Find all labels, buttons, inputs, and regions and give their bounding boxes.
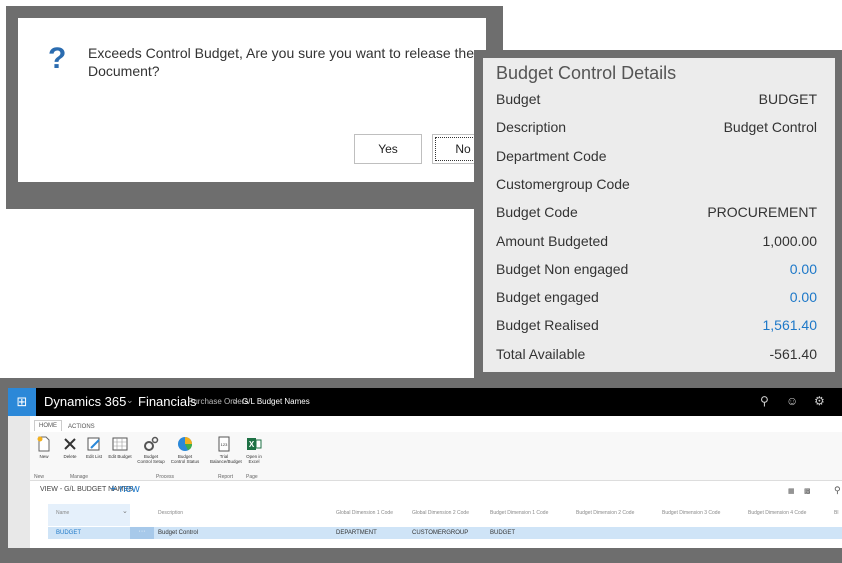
column-header[interactable]: Budget Dimension 1 Code [490,510,548,516]
column-header[interactable]: Budget Dimension 4 Code [748,510,806,516]
group-process-label: Process [156,474,175,480]
column-header[interactable]: Name [56,510,69,516]
delete-button[interactable]: Delete [58,436,82,459]
detail-label: Customergroup Code [496,175,630,192]
detail-value: BUDGET [758,91,817,107]
detail-label: Budget Code [496,204,578,221]
search-icon[interactable]: ⚲ [760,394,769,408]
detail-label: Amount Budgeted [496,232,609,249]
detail-label: Budget Non engaged [496,260,629,277]
detail-row: Department Code [496,142,817,170]
tile-view-icon[interactable]: ▩ [804,487,811,495]
column-header[interactable]: Budget Dimension 3 Code [662,510,720,516]
detail-label: Budget engaged [496,289,599,306]
column-header[interactable]: Budget Dimension 2 Code [576,510,634,516]
excel-icon: X [247,438,262,450]
cell-global-dim-2: CUSTOMERGROUP [412,530,469,536]
gears-icon [144,436,159,451]
svg-text:X: X [249,440,255,449]
group-manage-label: Manage [70,474,89,480]
edit-budget-icon [112,437,128,451]
search-list-icon[interactable]: ⚲ [834,485,841,496]
smiley-icon[interactable]: ☺ [786,394,798,408]
detail-value[interactable]: 1,561.40 [763,317,818,333]
trial-balance-budget-label: Trial Balance/Budget [210,454,242,464]
edit-list-icon [87,437,100,451]
new-button[interactable]: New [32,436,56,459]
app-name[interactable]: Dynamics 365 [44,394,126,409]
breadcrumb-gl-budget-names: G/L Budget Names [242,397,310,406]
detail-label: Budget Realised [496,317,599,334]
new-link[interactable]: + new [110,483,140,495]
detail-row: Total Available -561.40 [496,340,817,368]
group-new-label: New [34,474,45,480]
cell-description: Budget Control [158,530,199,536]
edit-list-label: Edit List [85,454,102,459]
detail-label: Description [496,119,567,136]
detail-row: Budget Realised 1,561.40 [496,311,817,339]
detail-row: Customergroup Code [496,170,817,198]
breadcrumb-purchase-orders[interactable]: Purchase Orders [188,397,248,406]
budget-control-setup-button[interactable]: Budget Control Setup [136,436,166,464]
cell-global-dim-1: DEPARTMENT [336,530,377,536]
tab-home[interactable]: HOME [34,420,62,431]
cell-budget-dim-1: BUDGET [490,530,516,536]
detail-row: Budget engaged 0.00 [496,283,817,311]
left-action-strip [8,416,30,548]
svg-text:123: 123 [221,442,228,447]
group-report-label: Report [218,474,234,480]
group-page-label: Page [246,474,258,480]
delete-label: Delete [63,454,77,459]
detail-row: Description Budget Control [496,113,817,141]
details-title: Budget Control Details [496,63,677,83]
detail-value: 1,000.00 [762,232,818,249]
detail-row: Amount Budgeted 1,000.00 [496,227,817,255]
question-icon: ? [48,42,67,75]
column-header[interactable]: Global Dimension 1 Code [336,510,393,516]
edit-list-button[interactable]: Edit List [82,436,106,459]
new-label: New [39,454,49,459]
confirm-dialog: ? Exceeds Control Budget, Are you sure y… [18,18,486,182]
edit-budget-button[interactable]: Edit Budget [108,436,132,459]
budget-control-setup-label: Budget Control Setup [137,454,165,464]
detail-row: Budget Code PROCUREMENT [496,198,817,226]
budget-control-status-button[interactable]: Budget Control Status [170,436,200,464]
ribbon: New Delete Edit List Edit Budget Budget … [30,432,842,481]
chevron-down-icon[interactable]: ⌄ [126,395,134,406]
open-in-excel-label: Open in Excel [246,454,262,464]
gear-icon[interactable]: ⚙ [814,394,825,408]
column-header[interactable]: Description [158,510,183,516]
detail-row: Budget Non engaged 0.00 [496,255,817,283]
detail-value: Budget Control [723,119,817,136]
trial-balance-budget-button[interactable]: 123 Trial Balance/Budget [210,436,242,464]
detail-value: -561.40 [769,345,817,362]
detail-value: PROCUREMENT [707,204,817,221]
detail-label: Budget [496,91,541,107]
detail-value[interactable]: 0.00 [790,289,817,305]
column-header[interactable]: Bl [834,510,838,516]
column-chevron-icon[interactable]: ⌄ [122,507,128,515]
breadcrumb-separator: > [233,397,238,406]
list-view-icon[interactable]: ▦ [788,487,795,495]
open-in-excel-button[interactable]: X Open in Excel [242,436,266,464]
detail-value[interactable]: 0.00 [790,261,817,277]
yes-button[interactable]: Yes [354,134,422,164]
row-actions-button[interactable]: ··· [130,527,154,539]
delete-icon [64,438,76,450]
d365-window: ⊞ Dynamics 365 ⌄ Financials Purchase Ord… [8,388,842,548]
column-header[interactable]: Global Dimension 2 Code [412,510,469,516]
dialog-message: Exceeds Control Budget, Are you sure you… [88,45,475,79]
edit-budget-label: Edit Budget [108,454,132,459]
app-launcher-icon[interactable]: ⊞ [8,388,36,416]
tab-actions[interactable]: ACTIONS [64,422,99,432]
detail-label: Total Available [496,345,586,362]
budget-control-status-label: Budget Control Status [170,454,200,464]
detail-label: Department Code [496,147,607,164]
pie-chart-icon [178,437,192,451]
cell-name[interactable]: BUDGET [56,530,81,536]
new-document-icon [37,436,50,452]
report-icon: 123 [218,436,230,452]
top-navigation-bar: ⊞ Dynamics 365 ⌄ Financials Purchase Ord… [8,388,842,416]
detail-row: Budget BUDGET [496,85,817,113]
